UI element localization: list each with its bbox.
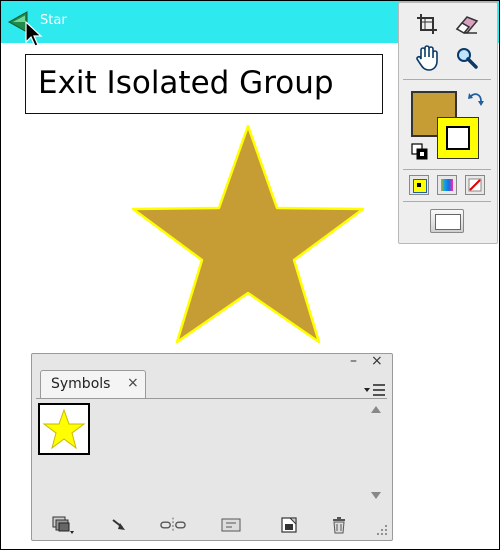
tab-label: Symbols <box>51 376 111 392</box>
tooltip-text: Exit Isolated Group <box>38 65 334 101</box>
panel-menu-icon[interactable] <box>364 382 386 398</box>
tab-symbols[interactable]: Symbols × <box>40 370 146 398</box>
star-artwork[interactable] <box>130 120 370 350</box>
close-panel-button[interactable]: × <box>371 354 383 368</box>
panel-button-bar <box>32 512 392 540</box>
place-symbol-icon[interactable] <box>108 514 134 536</box>
isolated-group-label: Star <box>40 13 67 28</box>
break-link-icon[interactable] <box>160 514 186 536</box>
zoom-icon[interactable] <box>453 45 481 71</box>
stroke-color-swatch[interactable] <box>437 117 479 159</box>
scroll-up-icon <box>371 406 381 413</box>
tab-close-button[interactable]: × <box>127 375 139 391</box>
tools-panel <box>398 2 498 244</box>
delete-symbol-icon[interactable] <box>326 514 352 536</box>
tooltip: Exit Isolated Group <box>25 54 383 114</box>
symbols-list <box>36 398 387 509</box>
color-mode-icon[interactable] <box>409 175 429 195</box>
new-symbol-icon[interactable] <box>276 514 302 536</box>
resize-grip-icon[interactable] <box>376 524 388 536</box>
vertical-scrollbar[interactable] <box>366 399 386 507</box>
symbol-star-thumbnail[interactable] <box>38 403 90 455</box>
minimize-button[interactable]: – <box>350 354 357 368</box>
panel-title-bar[interactable]: – × <box>32 354 392 368</box>
hand-icon[interactable] <box>413 45 441 71</box>
gradient-mode-icon[interactable] <box>437 175 457 195</box>
swap-fill-stroke-icon[interactable] <box>467 91 485 109</box>
screen-mode-button[interactable] <box>430 209 464 233</box>
yellow-star-icon <box>42 408 86 450</box>
symbol-options-icon[interactable] <box>218 514 244 536</box>
eraser-icon[interactable] <box>453 11 481 37</box>
default-fill-stroke-icon[interactable] <box>411 143 429 161</box>
symbols-panel: – × Symbols × <box>31 353 393 541</box>
none-mode-icon[interactable] <box>465 175 485 195</box>
artboard-crop-icon[interactable] <box>413 11 441 37</box>
stroke-swatch-inner <box>446 126 470 150</box>
mouse-pointer-icon <box>25 20 43 47</box>
scroll-down-icon <box>371 492 381 499</box>
symbol-libraries-icon[interactable] <box>50 514 76 536</box>
